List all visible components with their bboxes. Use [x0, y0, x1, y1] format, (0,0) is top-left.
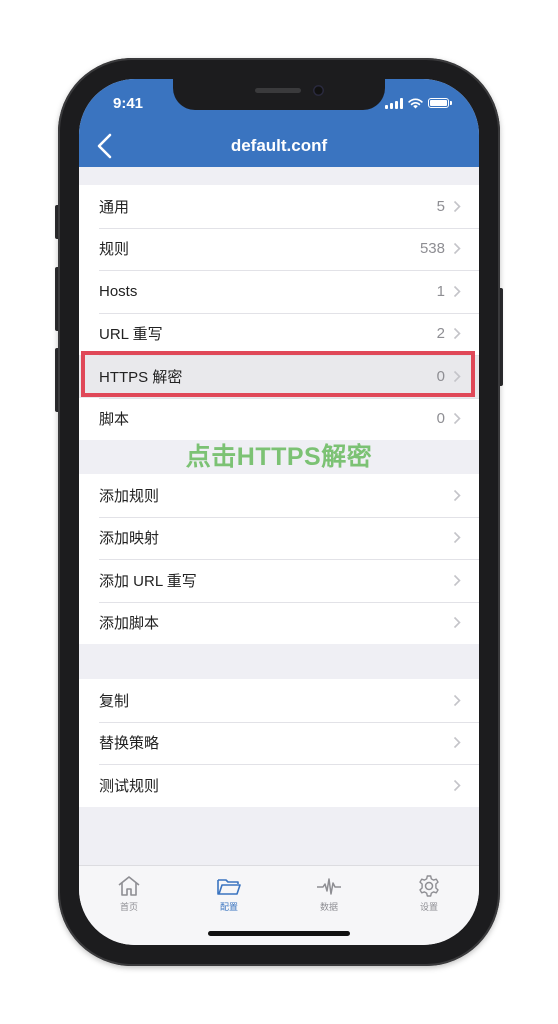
chevron-right-icon: [453, 779, 461, 791]
row-label: URL 重写: [99, 326, 163, 344]
row-label: 通用: [99, 198, 130, 216]
row-add-url-rewrite[interactable]: 添加 URL 重写: [79, 559, 479, 602]
row-rules[interactable]: 规则 538: [79, 227, 479, 271]
row-count: 0: [436, 410, 445, 428]
row-count: 0: [436, 367, 445, 385]
status-icons: [385, 96, 452, 110]
navigation-bar: 9:41 default.conf: [79, 79, 479, 167]
row-label: 测试规则: [99, 777, 160, 795]
row-add-script[interactable]: 添加脚本: [79, 601, 479, 645]
row-scripts[interactable]: 脚本 0: [79, 397, 479, 441]
row-replace-policy[interactable]: 替换策略: [79, 721, 479, 765]
row-add-rule[interactable]: 添加规则: [79, 474, 479, 517]
battery-icon: [428, 98, 452, 108]
tab-label: 数据: [319, 902, 338, 912]
add-actions-list: 添加规则 添加映射 添加 URL 重写 添加脚本: [79, 474, 479, 644]
waveform-icon: [317, 878, 341, 895]
row-count: 5: [436, 197, 445, 215]
chevron-right-icon: [453, 532, 461, 544]
row-label: 添加 URL 重写: [99, 572, 197, 590]
row-url-rewrite[interactable]: URL 重写 2: [79, 312, 479, 356]
earpiece-speaker: [255, 88, 301, 93]
stage: 9:41 default.conf 通用 5 规则 538 Hosts 1 UR…: [0, 0, 558, 1024]
chevron-right-icon: [453, 617, 461, 629]
chevron-right-icon: [453, 200, 461, 212]
chevron-right-icon: [453, 489, 461, 501]
chevron-right-icon: [453, 574, 461, 586]
folder-icon: [217, 879, 241, 895]
chevron-right-icon: [453, 694, 461, 706]
tab-label: 设置: [419, 902, 438, 912]
row-label: 添加规则: [99, 487, 160, 505]
row-label: Hosts: [99, 282, 138, 300]
row-count: 538: [419, 240, 445, 258]
row-label: 复制: [99, 692, 130, 710]
chevron-right-icon: [453, 285, 461, 297]
row-count: 1: [436, 282, 445, 300]
row-label: 添加脚本: [99, 615, 160, 633]
row-count: 2: [436, 325, 445, 343]
row-general[interactable]: 通用 5: [79, 185, 479, 228]
config-tools-list: 复制 替换策略 测试规则: [79, 679, 479, 807]
row-https-decryption[interactable]: HTTPS 解密 0: [79, 355, 479, 398]
front-camera: [313, 85, 324, 96]
row-label: 替换策略: [99, 735, 160, 753]
row-test-rules[interactable]: 测试规则: [79, 764, 479, 807]
status-time: 9:41: [113, 95, 144, 112]
tab-label: 配置: [219, 902, 238, 912]
row-duplicate[interactable]: 复制: [79, 679, 479, 722]
chevron-right-icon: [453, 243, 461, 255]
tab-label: 首页: [119, 902, 138, 912]
row-label: HTTPS 解密: [99, 368, 183, 386]
phone-screen: 9:41 default.conf 通用 5 规则 538 Hosts 1 UR…: [79, 79, 479, 945]
home-icon: [118, 876, 140, 896]
chevron-right-icon: [453, 370, 461, 382]
home-indicator: [208, 931, 350, 936]
annotation-caption: 点击HTTPS解密: [185, 443, 373, 471]
row-hosts[interactable]: Hosts 1: [79, 270, 479, 313]
tab-home[interactable]: 首页: [79, 866, 179, 945]
row-label: 添加映射: [99, 530, 160, 548]
wifi-icon: [408, 97, 423, 108]
row-add-mapping[interactable]: 添加映射: [79, 516, 479, 560]
cellular-signal-icon: [385, 97, 403, 109]
row-label: 脚本: [99, 411, 130, 429]
notch: [173, 79, 385, 110]
page-title: default.conf: [230, 136, 328, 155]
chevron-right-icon: [453, 737, 461, 749]
gear-icon: [419, 875, 439, 897]
tab-settings[interactable]: 设置: [379, 866, 479, 945]
config-section-list: 通用 5 规则 538 Hosts 1 URL 重写 2 HTTPS 解密 0 …: [79, 185, 479, 440]
row-label: 规则: [99, 241, 130, 259]
chevron-right-icon: [453, 328, 461, 340]
chevron-right-icon: [453, 413, 461, 425]
